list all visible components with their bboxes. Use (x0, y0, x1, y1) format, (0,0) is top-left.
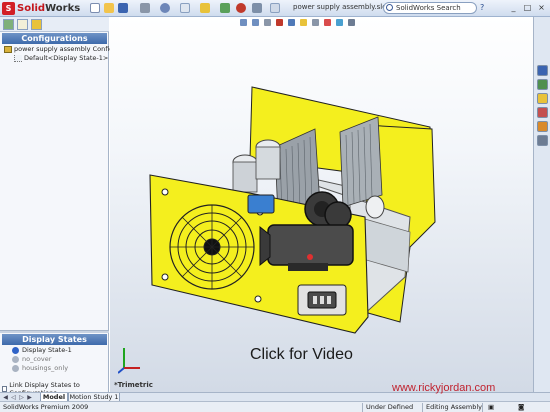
brand-suffix: Works (45, 3, 81, 14)
undo-icon[interactable] (160, 3, 170, 13)
mode-status: Editing Assembly (426, 403, 483, 411)
close-button[interactable]: × (536, 3, 547, 13)
tab-last-icon[interactable]: ▶ (26, 394, 33, 401)
display-state-label: Display State-1 (22, 346, 72, 354)
reference-triad-icon (118, 348, 140, 374)
status-divider (422, 403, 423, 412)
view-palette-icon[interactable] (537, 107, 548, 118)
new-document-icon[interactable] (90, 3, 100, 13)
configuration-manager-panel: Configurations power supply assembly Con… (0, 17, 124, 397)
property-manager-tab[interactable] (17, 19, 28, 30)
display-state-label: no_cover (22, 355, 52, 363)
customize-icon[interactable] (252, 3, 262, 13)
click-for-video-label[interactable]: Click for Video (250, 346, 353, 364)
panel-splitter[interactable] (0, 330, 109, 333)
tree-root-label: power supply assembly Configura (14, 45, 125, 53)
status-bar: SolidWorks Premium 2009 Under Defined Ed… (0, 401, 550, 412)
display-state-icon (12, 355, 19, 363)
display-state-label: housings_only (22, 364, 69, 372)
search-icon (386, 4, 393, 11)
capacitor (365, 195, 385, 219)
tab-first-icon[interactable]: ◀ (2, 394, 9, 401)
assembly-icon (4, 45, 12, 53)
file-explorer-icon[interactable] (537, 93, 548, 104)
default-config-label: Default<Display State-1> [p (24, 54, 118, 62)
minimize-button[interactable]: _ (508, 3, 519, 13)
print-icon[interactable] (140, 3, 150, 13)
status-divider (362, 403, 363, 412)
tree-default-config[interactable]: Default<Display State-1> [p (14, 54, 117, 62)
display-state-icon (12, 346, 19, 354)
brand-prefix: Solid (17, 3, 46, 14)
display-state-item[interactable]: no_cover (12, 355, 51, 363)
tab-next-icon[interactable]: ▷ (18, 394, 25, 401)
select-cursor-icon[interactable] (180, 3, 190, 13)
open-folder-icon[interactable] (104, 3, 114, 13)
status-help-icon[interactable]: ◙ (518, 403, 524, 411)
rebuild-icon[interactable] (200, 3, 210, 13)
ds-logo-icon: S (2, 2, 15, 15)
file-properties-icon[interactable] (220, 3, 230, 13)
definition-status: Under Defined (366, 403, 414, 411)
status-units-icon[interactable]: ▣ (488, 403, 494, 411)
display-state-icon (12, 364, 19, 372)
solidworks-resources-icon[interactable] (537, 65, 548, 76)
configuration-manager-tab[interactable] (31, 19, 42, 30)
configuration-icon (14, 54, 22, 62)
tab-prev-icon[interactable]: ◁ (10, 394, 17, 401)
tree-root-assembly[interactable]: power supply assembly Configura (4, 45, 124, 53)
fan-grille (169, 204, 255, 290)
display-state-item[interactable]: housings_only (12, 364, 68, 372)
maximize-button[interactable]: □ (522, 3, 533, 13)
appearances-icon[interactable] (537, 121, 548, 132)
display-states-header: Display States (2, 334, 107, 345)
window-tile-icon[interactable] (270, 3, 280, 13)
view-orientation-label: *Trimetric (114, 381, 153, 389)
custom-properties-icon[interactable] (537, 135, 548, 146)
search-placeholder: SolidWorks Search (396, 4, 461, 12)
design-library-icon[interactable] (537, 79, 548, 90)
status-divider (482, 403, 483, 412)
app-version-status: SolidWorks Premium 2009 (3, 403, 89, 411)
heat-sink-right (339, 116, 383, 208)
feature-manager-tab[interactable] (3, 19, 14, 30)
manager-tabs (0, 17, 109, 32)
search-box[interactable]: SolidWorks Search (383, 2, 477, 14)
power-supply-model[interactable] (110, 17, 533, 392)
save-icon[interactable] (118, 3, 128, 13)
help-icon[interactable]: ? (480, 3, 484, 12)
graphics-viewport[interactable]: Click for Video *Trimetric (110, 17, 533, 392)
title-bar: S SolidWorks power supply assembly.sldas… (0, 0, 550, 17)
configurations-header: Configurations (2, 33, 107, 44)
watermark-url[interactable]: www.rickyjordan.com (392, 382, 495, 394)
display-state-item[interactable]: Display State-1 (12, 346, 72, 354)
solidworks-logo[interactable]: S SolidWorks (2, 1, 80, 16)
task-pane-strip (533, 17, 550, 392)
options-icon[interactable] (236, 3, 246, 13)
